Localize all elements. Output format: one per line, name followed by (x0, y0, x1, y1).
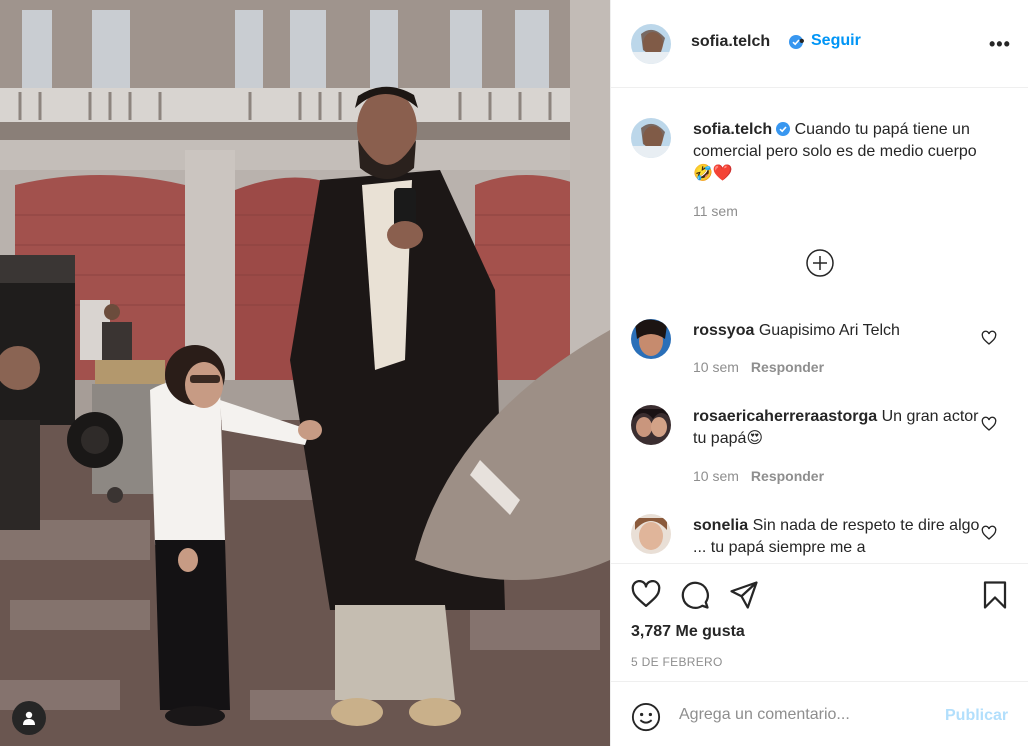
post-header: sofia.telch • Seguir ••• (611, 0, 1028, 88)
comment: sonelia Sin nada de respeto te dire algo… (693, 515, 993, 559)
verified-badge-icon (776, 122, 791, 136)
post-sidebar: sofia.telch • Seguir ••• sofia.telch Cua… (610, 0, 1028, 746)
caption-emojis: 🤣❤️ (693, 165, 733, 182)
comment-icon[interactable] (680, 580, 710, 610)
user-icon (23, 711, 35, 725)
like-comment-icon[interactable] (981, 525, 997, 541)
comments-list[interactable]: sofia.telch Cuando tu papá tiene un come… (611, 88, 1028, 563)
comment-meta: 10 sem Responder (693, 468, 824, 484)
like-icon[interactable] (631, 580, 661, 608)
comment-composer: Publicar (611, 681, 1028, 746)
caption-username[interactable]: sofia.telch (693, 121, 772, 138)
comment-input[interactable] (679, 702, 929, 728)
caption-time[interactable]: 11 sem (693, 203, 738, 219)
more-options-button[interactable]: ••• (989, 34, 1011, 55)
comment: rosaericaherreraastorga Un gran actor tu… (693, 406, 993, 450)
comment-username[interactable]: sonelia (693, 517, 748, 534)
comment-time[interactable]: 10 sem (693, 468, 739, 484)
save-bookmark-icon[interactable] (981, 580, 1009, 610)
comment: rossyoa Guapisimo Ari Telch (693, 320, 993, 342)
comment-username[interactable]: rossyoa (693, 322, 754, 339)
comment-meta: 10 sem Responder (693, 359, 824, 375)
header-separator: • (799, 33, 805, 50)
comment-avatar[interactable] (631, 514, 671, 554)
comment-time[interactable]: 10 sem (693, 359, 739, 375)
reply-button[interactable]: Responder (751, 468, 824, 484)
post-actions: 3,787 Me gusta 5 DE FEBRERO (611, 563, 1028, 681)
load-more-comments-icon[interactable] (805, 248, 835, 278)
comment-avatar[interactable] (631, 319, 671, 359)
follow-button[interactable]: Seguir (811, 32, 861, 50)
reply-button[interactable]: Responder (751, 359, 824, 375)
caption-avatar[interactable] (631, 118, 671, 158)
post-author-username[interactable]: sofia.telch (691, 33, 770, 51)
comment-emoji: 😍 (746, 430, 764, 447)
likes-count[interactable]: 3,787 Me gusta (631, 623, 745, 641)
user-tag-button[interactable] (12, 701, 46, 735)
emoji-icon[interactable] (631, 702, 661, 732)
post-image (0, 0, 610, 746)
comment-text: Guapisimo Ari Telch (758, 322, 900, 339)
comment-username[interactable]: rosaericaherreraastorga (693, 408, 877, 425)
caption: sofia.telch Cuando tu papá tiene un come… (693, 119, 993, 185)
comment-avatar[interactable] (631, 405, 671, 445)
like-comment-icon[interactable] (981, 330, 997, 346)
caption-meta: 11 sem (693, 203, 738, 219)
like-comment-icon[interactable] (981, 416, 997, 432)
avatar[interactable] (631, 24, 671, 64)
publish-button[interactable]: Publicar (945, 707, 1008, 725)
share-icon[interactable] (729, 580, 759, 610)
post-date: 5 DE FEBRERO (631, 655, 723, 669)
post-photo[interactable] (0, 0, 610, 746)
